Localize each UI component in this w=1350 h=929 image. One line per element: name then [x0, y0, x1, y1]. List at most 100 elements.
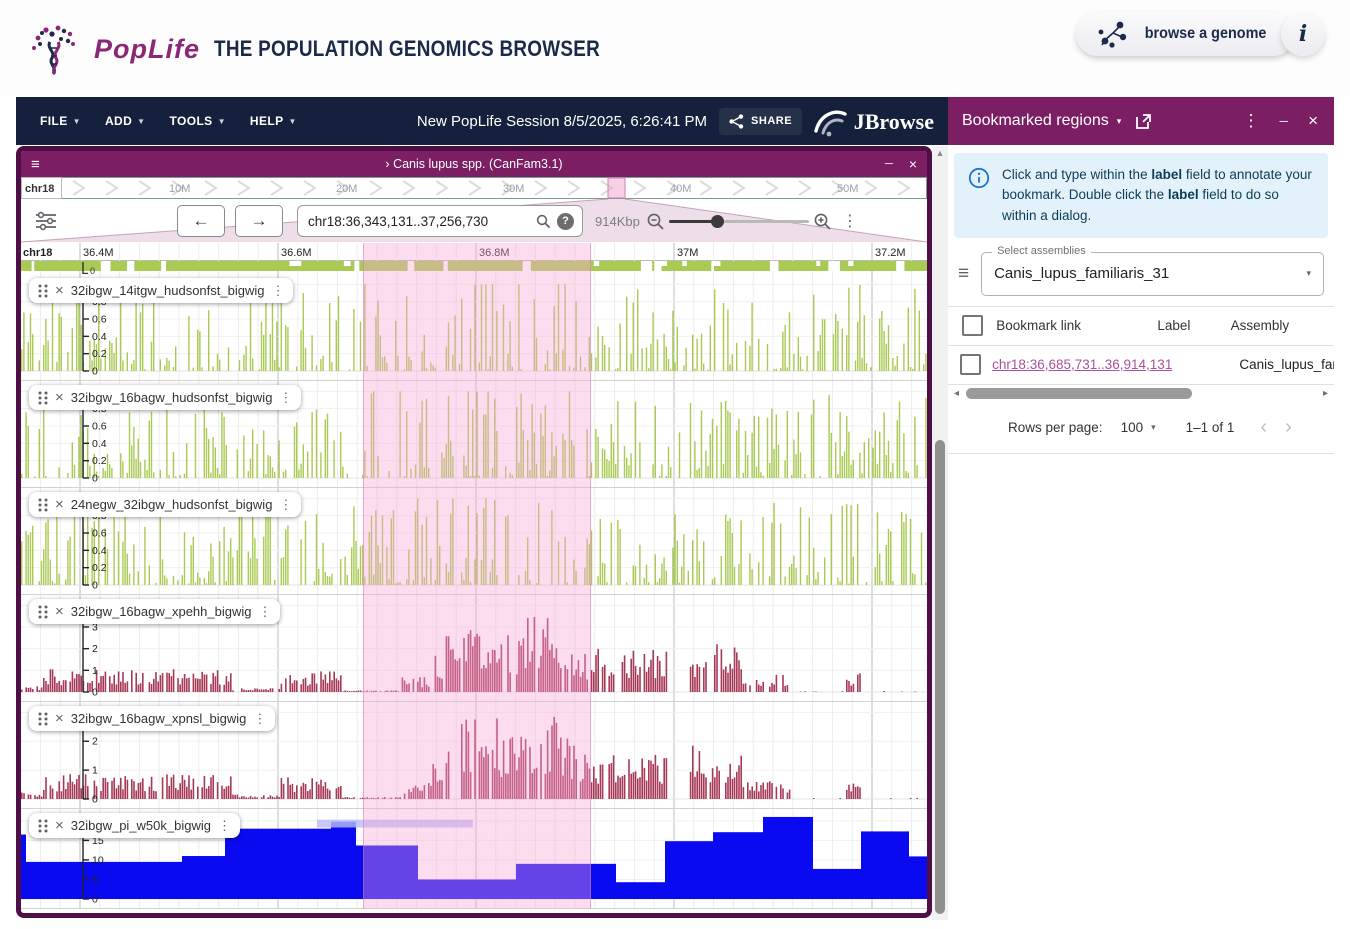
track-row: 00.20.40.60.81×32ibgw_14itgw_hudsonfst_b…	[21, 274, 927, 381]
track-close-button[interactable]: ×	[55, 283, 64, 298]
svg-text:50M: 50M	[837, 183, 858, 195]
search-help-icon[interactable]: ?	[557, 213, 574, 230]
menu-file[interactable]: FILE▼	[40, 114, 81, 128]
svg-text:0: 0	[92, 473, 98, 485]
zoom-out-icon[interactable]	[646, 212, 665, 231]
menu-tools[interactable]: TOOLS▼	[169, 114, 225, 128]
linear-genome-view-window: ≡ › Canis lupus spp. (CanFam3.1) ─ × 10M…	[16, 146, 932, 918]
drag-handle-icon[interactable]	[38, 712, 48, 726]
assembly-select[interactable]: Select assemblies Canis_lupus_familiaris…	[981, 252, 1324, 296]
svg-text:chr18: chr18	[23, 247, 52, 259]
track-name: 32ibgw_16bagw_hudsonfst_bigwig	[71, 390, 273, 405]
assembly-select-label: Select assemblies	[992, 245, 1091, 257]
track-header[interactable]: × 32ibgw_pi_w50k_bigwig ⋮	[29, 813, 240, 838]
track-header[interactable]: ×24negw_32ibgw_hudsonfst_bigwig⋮	[29, 492, 301, 517]
drag-handle-icon[interactable]	[38, 605, 48, 619]
panel-close-button[interactable]: ×	[1308, 111, 1318, 131]
menu-label: TOOLS	[169, 114, 212, 128]
assembly-select-value: Canis_lupus_familiaris_31	[994, 265, 1306, 282]
zoom-in-icon[interactable]	[813, 212, 832, 231]
track-row: 00.20.40.60.81×32ibgw_16bagw_hudsonfst_b…	[21, 381, 927, 488]
pan-left-button[interactable]: ←	[177, 205, 225, 237]
view-minimize-button[interactable]: ─	[885, 158, 893, 170]
open-in-new-icon[interactable]	[1135, 113, 1152, 130]
track-name: 32ibgw_16bagw_xpehh_bigwig	[71, 604, 252, 619]
alert-text-part: Click and type within the	[1002, 167, 1151, 182]
track-menu-button[interactable]: ⋮	[279, 391, 292, 404]
chromosome-overview[interactable]: 10M20M30M40M50Mchr18	[21, 177, 927, 199]
view-title: › Canis lupus spp. (CanFam3.1)	[21, 157, 927, 171]
drag-handle-icon[interactable]	[38, 498, 48, 512]
view-title-text: Canis lupus spp. (CanFam3.1)	[393, 157, 563, 171]
svg-text:5: 5	[92, 874, 98, 886]
zoom-slider[interactable]	[669, 214, 809, 228]
zoom-slider-thumb[interactable]	[711, 215, 724, 228]
info-button[interactable]: i	[1281, 12, 1325, 56]
bookmark-link[interactable]: chr18:36,685,731..36,914,131	[992, 357, 1172, 372]
next-page-button[interactable]: ›	[1285, 416, 1292, 439]
bookmark-assembly-cell: Canis_lupus_familiaris_31	[1239, 357, 1334, 372]
pan-right-button[interactable]: →	[235, 205, 283, 237]
view-close-button[interactable]: ×	[909, 156, 917, 172]
svg-text:37.2M: 37.2M	[875, 247, 906, 259]
column-assembly: Assembly	[1231, 318, 1334, 333]
location-search-input[interactable]	[306, 213, 530, 230]
menu-items: FILE▼ ADD▼ TOOLS▼ HELP▼	[16, 114, 297, 128]
scroll-right-icon[interactable]: ▸	[1323, 388, 1328, 399]
svg-text:10M: 10M	[169, 183, 190, 195]
track-header[interactable]: × 32ibgw_16bagw_xpehh_bigwig ⋮	[29, 599, 280, 624]
share-button[interactable]: SHARE	[719, 108, 802, 135]
alert-text-part: label	[1168, 187, 1199, 202]
svg-text:37M: 37M	[677, 247, 698, 259]
view-options-kebab[interactable]: ⋮	[842, 211, 858, 231]
menu-label: FILE	[40, 114, 68, 128]
track-menu-button[interactable]: ⋮	[271, 284, 284, 297]
row-checkbox[interactable]	[960, 354, 981, 375]
track-close-button[interactable]: ×	[55, 604, 64, 619]
panel-minimize-button[interactable]: ─	[1280, 114, 1289, 128]
view-menu-icon[interactable]: ≡	[31, 156, 40, 173]
search-icon[interactable]	[536, 214, 551, 229]
svg-text:0.4: 0.4	[92, 331, 107, 343]
track-menu-button[interactable]: ⋮	[258, 605, 271, 618]
table-horizontal-scrollbar[interactable]: ◂ ▸	[952, 387, 1330, 401]
track-selector-icon[interactable]	[35, 211, 57, 231]
view-controls-row: ← → ? 914Kbp	[21, 199, 927, 243]
track-name: 32ibgw_pi_w50k_bigwig	[71, 818, 211, 833]
select-all-checkbox[interactable]	[962, 315, 983, 336]
svg-text:0.2: 0.2	[92, 562, 107, 574]
panel-caret-icon: ▾	[1117, 116, 1122, 127]
svg-text:0.2: 0.2	[92, 455, 107, 467]
track-close-button[interactable]: ×	[55, 711, 64, 726]
track-close-button[interactable]: ×	[55, 818, 64, 833]
browse-a-genome-button[interactable]: browse a genome	[1076, 12, 1295, 56]
menu-help[interactable]: HELP▼	[250, 114, 297, 128]
track-menu-button[interactable]: ⋮	[218, 819, 231, 832]
scrollbar-thumb[interactable]	[935, 440, 945, 914]
hscroll-thumb[interactable]	[966, 388, 1192, 399]
main-vertical-scrollbar[interactable]: ▲	[932, 146, 948, 920]
scrollbar-up-icon[interactable]: ▲	[932, 148, 948, 158]
rows-per-page-select[interactable]: 100 ▾	[1121, 420, 1156, 435]
info-icon: i	[1299, 21, 1307, 47]
coverage-strip[interactable]: 0	[21, 260, 927, 274]
detail-ruler[interactable]: chr1836.4M36.6M36.8M37M37.2M	[21, 243, 927, 261]
track-header[interactable]: ×32ibgw_16bagw_xpnsl_bigwig⋮	[29, 706, 275, 731]
drag-handle-icon[interactable]	[38, 284, 48, 298]
drag-handle-icon[interactable]	[38, 391, 48, 405]
rows-per-page-label: Rows per page:	[1008, 420, 1103, 435]
bookmarks-panel-title[interactable]: Bookmarked regions ▾	[962, 112, 1121, 130]
panel-hamburger-icon[interactable]: ≡	[958, 263, 969, 285]
track-menu-button[interactable]: ⋮	[253, 712, 266, 725]
track-menu-button[interactable]: ⋮	[279, 498, 292, 511]
svg-text:30M: 30M	[503, 183, 524, 195]
track-close-button[interactable]: ×	[55, 497, 64, 512]
track-close-button[interactable]: ×	[55, 390, 64, 405]
track-header[interactable]: × 32ibgw_16bagw_hudsonfst_bigwig ⋮	[29, 385, 301, 410]
previous-page-button[interactable]: ‹	[1260, 416, 1267, 439]
scroll-left-icon[interactable]: ◂	[954, 388, 959, 399]
menu-add[interactable]: ADD▼	[105, 114, 146, 128]
panel-menu-button[interactable]: ⋮	[1243, 111, 1260, 131]
track-header[interactable]: ×32ibgw_14itgw_hudsonfst_bigwig⋮	[29, 278, 293, 303]
drag-handle-icon[interactable]	[38, 819, 48, 833]
